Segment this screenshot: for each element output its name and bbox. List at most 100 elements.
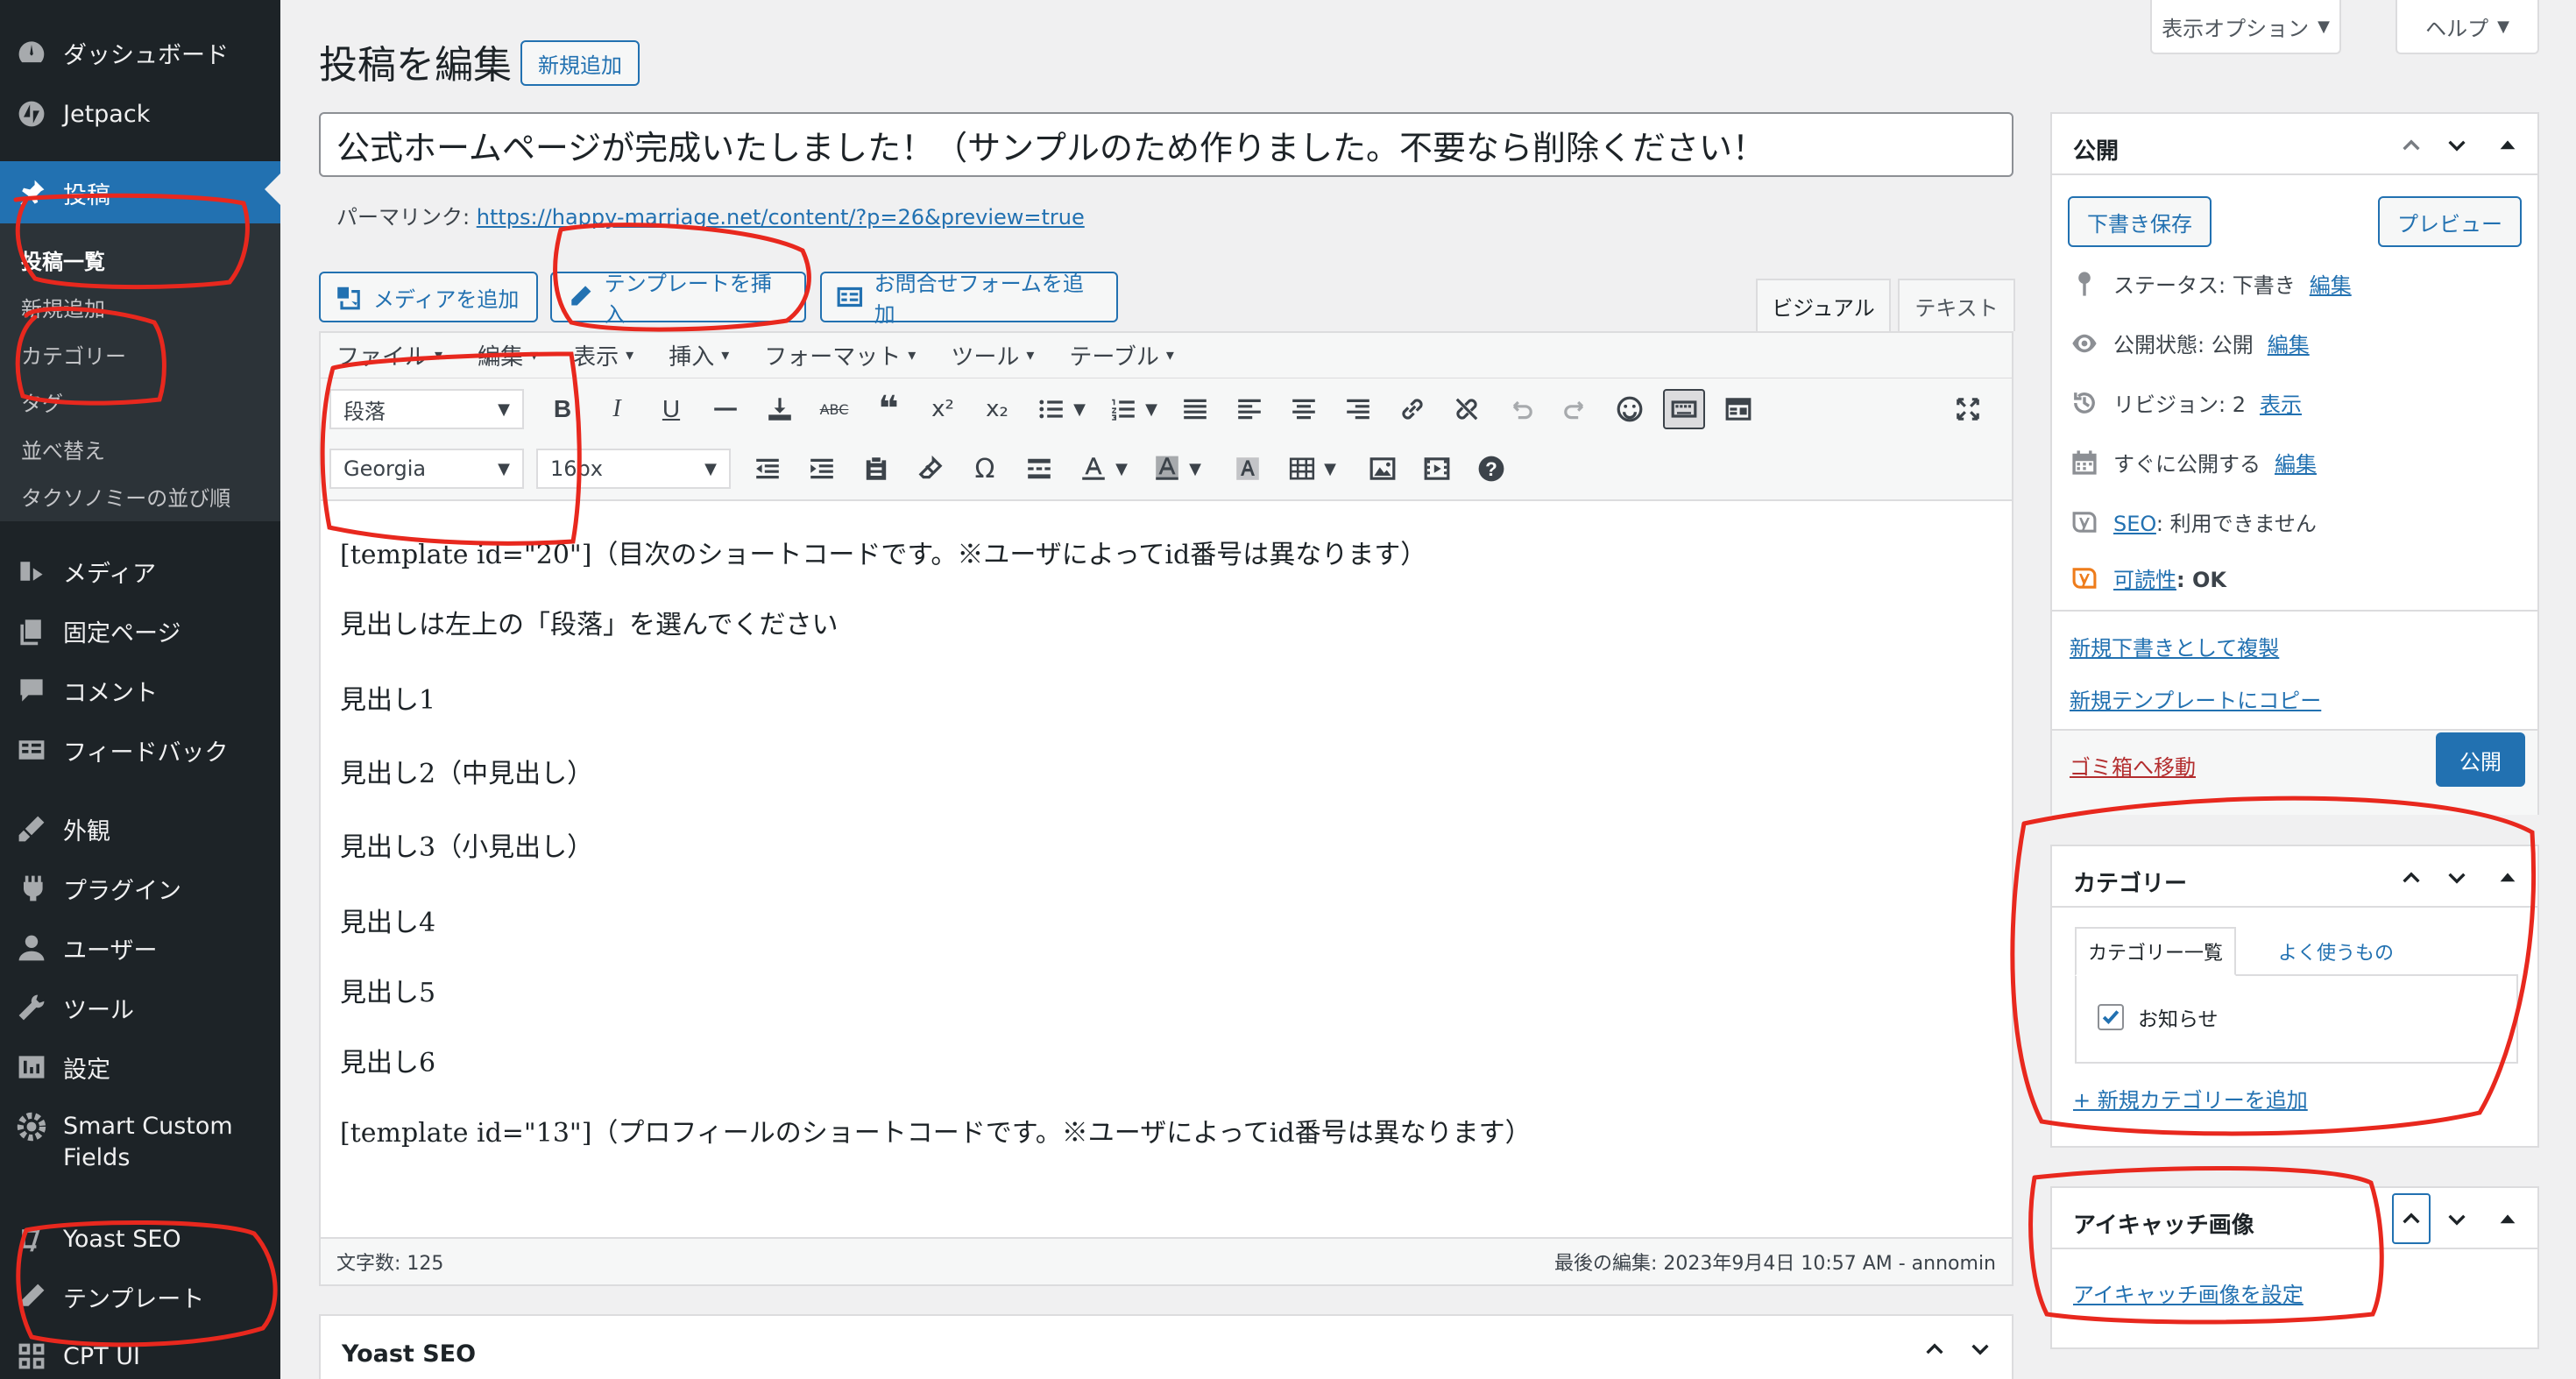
sidebar-item-users[interactable]: ユーザー (0, 920, 280, 976)
toggle-panel-button[interactable] (2488, 1202, 2527, 1237)
toolbar-toggle-button[interactable] (1663, 389, 1705, 429)
category-checkbox[interactable] (2098, 1004, 2124, 1030)
menu-format[interactable]: フォーマット ▾ (764, 339, 916, 371)
duplicate-draft-link[interactable]: 新規下書きとして複製 (2070, 631, 2279, 661)
move-to-trash-link[interactable]: ゴミ箱へ移動 (2070, 750, 2196, 781)
clear-formatting-button[interactable] (909, 449, 952, 489)
toggle-panel-button[interactable] (2488, 128, 2527, 163)
keyboard-shortcuts-button[interactable]: ? (1470, 449, 1512, 489)
sidebar-item-templates[interactable]: テンプレート (0, 1269, 280, 1325)
text-color-button[interactable] (1072, 449, 1115, 489)
insert-image-button[interactable] (1362, 449, 1404, 489)
edit-visibility-link[interactable]: 編集 (2268, 328, 2310, 358)
submenu-add-new[interactable]: 新規追加 (21, 292, 105, 322)
italic-button[interactable]: I (596, 389, 638, 429)
save-draft-button[interactable]: 下書き保存 (2068, 196, 2212, 247)
subscript-button[interactable]: x₂ (976, 389, 1018, 429)
align-left-button[interactable] (1228, 389, 1270, 429)
text-color-dropdown[interactable]: ▼ (1109, 449, 1134, 489)
permalink-link[interactable]: https://happy-marriage.net/content/?p=26… (477, 205, 1085, 230)
submenu-tags[interactable]: タグ (21, 386, 63, 417)
font-family-select[interactable]: Georgia ▼ (329, 449, 524, 489)
move-up-button[interactable] (1915, 1332, 1954, 1367)
sidebar-item-yoast[interactable]: Yoast SEO (0, 1211, 280, 1267)
numbered-list-dropdown[interactable]: ▼ (1139, 389, 1164, 429)
menu-view[interactable]: 表示 ▾ (573, 339, 633, 371)
submenu-reorder[interactable]: 並べ替え (21, 434, 105, 464)
menu-file[interactable]: ファイル ▾ (336, 339, 442, 371)
sidebar-item-pages[interactable]: 固定ページ (0, 603, 280, 659)
help-button[interactable]: ヘルプ ▼ (2396, 0, 2539, 54)
numbered-list-button[interactable] (1102, 389, 1144, 429)
insert-link-button[interactable] (1391, 389, 1433, 429)
add-new-category-link[interactable]: + 新規カテゴリーを追加 (2073, 1083, 2308, 1114)
sidebar-item-tools[interactable]: ツール (0, 979, 280, 1036)
page-break-button[interactable] (1018, 449, 1060, 489)
align-center-button[interactable] (1283, 389, 1325, 429)
indent-button[interactable] (801, 449, 843, 489)
background-color-dropdown[interactable]: ▼ (1183, 449, 1207, 489)
horizontal-line-button[interactable] (704, 389, 747, 429)
toggle-panel-button[interactable] (2488, 860, 2527, 895)
underline-button[interactable]: U (650, 389, 692, 429)
show-revisions-link[interactable]: 表示 (2260, 387, 2302, 418)
sidebar-item-cpt-ui[interactable]: CPT UI (0, 1328, 280, 1379)
undo-button[interactable] (1500, 389, 1542, 429)
add-new-post-button[interactable]: 新規追加 (520, 40, 640, 86)
tab-visual[interactable]: ビジュアル (1756, 279, 1891, 331)
edit-schedule-link[interactable]: 編集 (2275, 447, 2317, 477)
move-down-button[interactable] (2438, 1202, 2476, 1237)
move-up-button[interactable] (2392, 128, 2431, 163)
edit-status-link[interactable]: 編集 (2310, 268, 2352, 299)
submenu-all-posts[interactable]: 投稿一覧 (21, 244, 105, 275)
sidebar-item-plugins[interactable]: プラグイン (0, 860, 280, 916)
align-justify-button[interactable] (1174, 389, 1216, 429)
sidebar-item-media[interactable]: メディア (0, 543, 280, 599)
insert-more-button[interactable] (759, 389, 801, 429)
add-contact-form-button[interactable]: お問合せフォームを追加 (820, 272, 1118, 327)
emoticons-button[interactable] (1609, 389, 1651, 429)
preview-button[interactable]: プレビュー (2378, 196, 2522, 247)
menu-tools[interactable]: ツール ▾ (951, 339, 1034, 371)
sidebar-item-comments[interactable]: コメント (0, 662, 280, 718)
remove-link-button[interactable] (1446, 389, 1488, 429)
submenu-taxonomy-order[interactable]: タクソノミーの並び順 (21, 481, 230, 512)
background-color-button[interactable] (1146, 449, 1188, 489)
redo-button[interactable] (1554, 389, 1596, 429)
paste-text-button[interactable] (855, 449, 897, 489)
sidebar-item-feedback[interactable]: フィードバック (0, 722, 280, 778)
bullet-list-button[interactable] (1030, 389, 1072, 429)
blockquote-button[interactable]: ❝ (867, 389, 909, 429)
copy-to-template-link[interactable]: 新規テンプレートにコピー (2070, 683, 2321, 714)
tab-all-categories[interactable]: カテゴリー一覧 (2075, 927, 2236, 976)
menu-table[interactable]: テーブル ▾ (1069, 339, 1174, 371)
move-up-button[interactable] (2392, 860, 2431, 895)
bullet-list-dropdown[interactable]: ▼ (1067, 389, 1092, 429)
insert-video-button[interactable] (1416, 449, 1458, 489)
seo-link[interactable]: SEO (2113, 512, 2156, 536)
superscript-button[interactable]: x² (922, 389, 964, 429)
submenu-categories[interactable]: カテゴリー (21, 339, 126, 370)
add-media-button[interactable]: メディアを追加 (319, 272, 538, 322)
publish-button[interactable]: 公開 (2436, 732, 2525, 787)
readability-link[interactable]: 可読性 (2113, 568, 2176, 592)
table-dropdown[interactable]: ▼ (1318, 449, 1342, 489)
category-item[interactable]: お知らせ (2098, 1002, 2219, 1032)
fullscreen-button[interactable] (1947, 389, 1989, 429)
insert-table-button[interactable] (1281, 449, 1323, 489)
sidebar-item-jetpack[interactable]: Jetpack (0, 86, 280, 142)
additional-toolbar-button[interactable] (1717, 389, 1759, 429)
insert-template-button[interactable]: テンプレートを挿入 (550, 272, 806, 327)
menu-edit[interactable]: 編集 ▾ (478, 339, 538, 371)
sidebar-item-settings[interactable]: 設定 (0, 1039, 280, 1095)
post-title-input[interactable]: 公式ホームページが完成いたしました！（サンプルのため作りました。不要なら削除くだ… (319, 112, 2013, 177)
tab-text[interactable]: テキスト (1898, 279, 2015, 331)
move-down-button[interactable] (2438, 860, 2476, 895)
bold-button[interactable]: B (541, 389, 584, 429)
menu-insert[interactable]: 挿入 ▾ (669, 339, 729, 371)
sidebar-item-appearance[interactable]: 外観 (0, 801, 280, 857)
move-down-button[interactable] (2438, 128, 2476, 163)
strikethrough-button[interactable]: ABC (813, 389, 855, 429)
font-size-select[interactable]: 16px ▼ (536, 449, 731, 489)
sidebar-item-smart-custom-fields[interactable]: Smart Custom Fields (0, 1100, 280, 1179)
